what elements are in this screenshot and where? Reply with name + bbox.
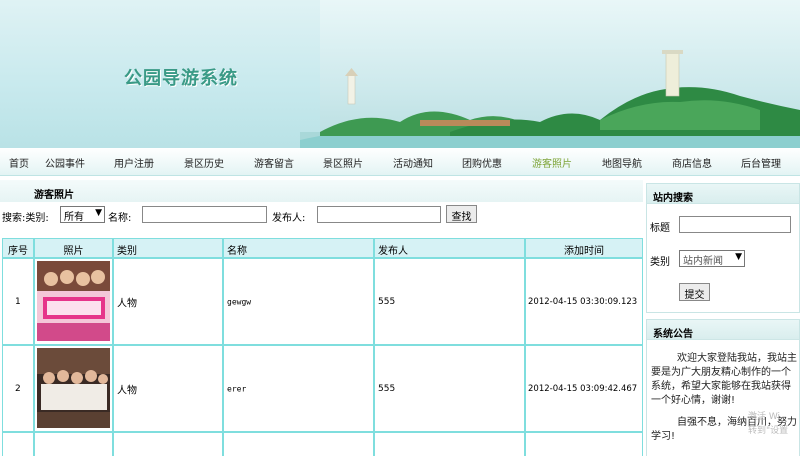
submit-button[interactable]: 提交 [679, 283, 710, 301]
column-header-photo: 照片 [35, 239, 112, 257]
poster-label: 发布人: [272, 213, 306, 224]
main-nav: 首页 公园事件 用户注册 景区历史 游客留言 景区照片 活动通知 团购优惠 游客… [0, 148, 800, 176]
row-name[interactable]: gewgw [227, 297, 251, 306]
activation-watermark: 激活 Wi 转到"设置 [748, 410, 788, 438]
poster-input[interactable] [317, 206, 441, 223]
row-index: 1 [15, 296, 21, 307]
section-header: 游客照片 [0, 180, 643, 202]
table-row [3, 433, 33, 456]
nav-item-home[interactable]: 首页 [9, 155, 29, 170]
section-title: 游客照片 [34, 190, 74, 201]
row-poster: 555 [378, 383, 396, 394]
search-title-input[interactable] [679, 216, 791, 233]
visitor-photo-thumbnail[interactable] [37, 348, 110, 428]
nav-item-visitor-photos[interactable]: 游客照片 [532, 155, 572, 170]
search-category-value: 站内新闻 [683, 256, 723, 267]
column-header-poster: 发布人 [375, 239, 524, 257]
table-row: 2 [3, 346, 33, 431]
nav-item-shops[interactable]: 商店信息 [672, 155, 712, 170]
category-select-value: 所有 [64, 212, 84, 223]
nav-item-guestbook[interactable]: 游客留言 [254, 155, 294, 170]
row-time: 2012-04-15 03:30:09.123 [528, 296, 638, 307]
row-category: 人物 [117, 385, 137, 396]
category-cell: 人物 [114, 259, 222, 344]
chevron-down-icon: ▼ [95, 208, 102, 218]
name-cell: gewgw [224, 259, 373, 344]
row-poster: 555 [378, 296, 396, 307]
system-notice-title: 系统公告 [647, 320, 799, 340]
poster-cell [375, 433, 524, 456]
row-time: 2012-04-15 03:09:42.467 [528, 383, 638, 394]
column-header-time: 添加时间 [526, 239, 642, 257]
photo-cell [35, 346, 112, 431]
column-header-category: 类别 [114, 239, 222, 257]
nav-item-register[interactable]: 用户注册 [114, 155, 154, 170]
island-scenery-image [300, 50, 800, 148]
time-cell [526, 433, 642, 456]
site-search-panel: 站内搜索 标题 类别 站内新闻 ▼ 提交 [646, 183, 800, 313]
photo-table: 序号 照片 类别 名称 发布人 添加时间 1 人物 gewgw 555 2012… [2, 238, 643, 456]
column-header-name: 名称 [224, 239, 373, 257]
category-cell: 人物 [114, 346, 222, 431]
watermark-line-2: 转到"设置 [748, 426, 789, 436]
site-search-title: 站内搜索 [647, 184, 799, 204]
row-index: 2 [15, 383, 21, 394]
poster-cell: 555 [375, 346, 524, 431]
search-category-select[interactable]: 站内新闻 ▼ [679, 250, 745, 267]
watermark-line-1: 激活 Wi [748, 412, 781, 422]
nav-item-scenic-history[interactable]: 景区历史 [184, 155, 224, 170]
category-cell [114, 433, 222, 456]
column-header-index: 序号 [3, 239, 33, 257]
name-cell [224, 433, 373, 456]
category-select[interactable]: 所有 ▼ [60, 206, 105, 223]
header-banner: 公园导游系统 [0, 0, 800, 148]
search-bar: 搜索:类别: 所有 ▼ 名称: 发布人: 查找 [0, 204, 643, 226]
search-button[interactable]: 查找 [446, 205, 477, 223]
nav-item-scenic-photos[interactable]: 景区照片 [323, 155, 363, 170]
row-category: 人物 [117, 298, 137, 309]
row-name[interactable]: erer [227, 384, 246, 393]
nav-item-notices[interactable]: 活动通知 [393, 155, 433, 170]
photo-cell [35, 259, 112, 344]
search-title-label: 标题 [650, 223, 670, 234]
name-input[interactable] [142, 206, 267, 223]
chevron-down-icon: ▼ [735, 252, 742, 262]
nav-item-park-events[interactable]: 公园事件 [45, 155, 85, 170]
time-cell: 2012-04-15 03:30:09.123 [526, 259, 642, 344]
nav-item-group-deals[interactable]: 团购优惠 [462, 155, 502, 170]
visitor-photo-thumbnail[interactable] [37, 261, 110, 341]
table-row: 1 [3, 259, 33, 344]
name-label: 名称: [108, 213, 132, 224]
search-category-label: 类别 [650, 257, 670, 268]
nav-item-admin[interactable]: 后台管理 [741, 155, 781, 170]
poster-cell: 555 [375, 259, 524, 344]
name-cell: erer [224, 346, 373, 431]
notice-welcome-text: 欢迎大家登陆我站，我站主要是为广大朋友精心制作的一个系统，希望大家能够在我站获得… [651, 353, 797, 406]
photo-cell [35, 433, 112, 456]
nav-item-map[interactable]: 地图导航 [602, 155, 642, 170]
site-title: 公园导游系统 [124, 68, 238, 89]
time-cell: 2012-04-15 03:09:42.467 [526, 346, 642, 431]
search-category-label: 搜索:类别: [2, 213, 49, 224]
